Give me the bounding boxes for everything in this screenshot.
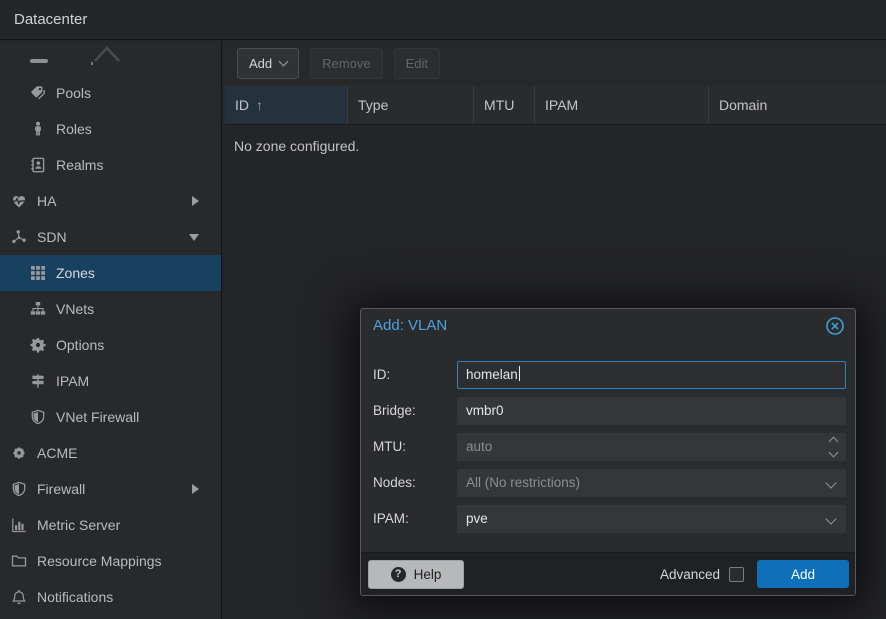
sidebar-item-label: Options	[56, 337, 104, 353]
map-signs-icon	[29, 373, 47, 389]
caret-right-icon[interactable]	[192, 196, 199, 206]
sidebar-item-realms[interactable]: Realms	[0, 147, 221, 183]
column-header-domain[interactable]: Domain	[709, 86, 886, 124]
field-row-id: ID: homelan	[373, 361, 846, 397]
sidebar-item-partially-scrolled[interactable]	[0, 41, 221, 75]
sidebar-item-label: Roles	[56, 121, 92, 137]
bridge-input[interactable]: vmbr0	[457, 397, 846, 425]
sidebar-item-label: Firewall	[37, 481, 85, 497]
dialog-add-button[interactable]: Add	[757, 560, 849, 588]
spinner-up-icon[interactable]	[829, 437, 839, 447]
sidebar-item-label: ACME	[37, 445, 77, 461]
add-button[interactable]: Add	[237, 48, 299, 79]
sidebar-item-ha[interactable]: HA	[0, 183, 221, 219]
sidebar-tree: Pools Roles Realms HA SDN	[0, 41, 222, 619]
sidebar-item-label: Resource Mappings	[37, 553, 162, 569]
mtu-spinner[interactable]: auto	[457, 433, 846, 461]
dialog-body: ID: homelan Bridge: vmbr0 MTU: auto	[361, 342, 855, 552]
heartbeat-icon	[10, 193, 28, 209]
bridge-label: Bridge:	[373, 397, 457, 425]
caret-down-icon	[279, 57, 289, 67]
chevron-up-icon	[93, 45, 121, 63]
column-header-ipam[interactable]: IPAM	[535, 86, 709, 124]
cut-off-icon	[30, 59, 48, 63]
tags-icon	[29, 85, 47, 101]
dialog-header[interactable]: Add: VLAN	[361, 309, 855, 342]
sidebar-item-label: IPAM	[56, 373, 89, 389]
shield-icon	[29, 409, 47, 425]
ipam-label: IPAM:	[373, 505, 457, 533]
spinner-down-icon[interactable]	[829, 448, 839, 458]
sidebar-item-vnet-firewall[interactable]: VNet Firewall	[0, 399, 221, 435]
dialog-footer: Help Advanced Add	[361, 552, 855, 595]
sidebar-item-acme[interactable]: ACME	[0, 435, 221, 471]
advanced-checkbox[interactable]	[729, 567, 744, 582]
close-icon[interactable]	[825, 316, 845, 336]
sort-ascending-icon	[249, 97, 263, 113]
remove-button[interactable]: Remove	[310, 48, 382, 79]
sidebar-item-label: Metric Server	[37, 517, 120, 533]
field-row-ipam: IPAM: pve	[373, 505, 846, 541]
sidebar-item-firewall[interactable]: Firewall	[0, 471, 221, 507]
caret-right-icon[interactable]	[192, 484, 199, 494]
sidebar-item-label: Pools	[56, 85, 91, 101]
sidebar-item-sdn[interactable]: SDN	[0, 219, 221, 255]
field-row-mtu: MTU: auto	[373, 433, 846, 469]
sidebar-item-label: Zones	[56, 265, 95, 281]
column-header-type[interactable]: Type	[348, 86, 474, 124]
sidebar-item-metric-server[interactable]: Metric Server	[0, 507, 221, 543]
sidebar-item-label: SDN	[37, 229, 67, 245]
sidebar-item-resource-mappings[interactable]: Resource Mappings	[0, 543, 221, 579]
text-cursor	[519, 366, 520, 381]
id-label: ID:	[373, 361, 457, 389]
sidebar-item-label: HA	[37, 193, 56, 209]
dialog-title: Add: VLAN	[373, 317, 447, 334]
nodes-select[interactable]: All (No restrictions)	[457, 469, 846, 497]
chevron-down-icon	[825, 477, 836, 488]
address-book-icon	[29, 157, 47, 173]
network-icon	[10, 229, 28, 245]
sidebar-item-label: VNets	[56, 301, 94, 317]
column-header-id[interactable]: ID	[225, 86, 348, 124]
sidebar-item-label: Notifications	[37, 589, 113, 605]
sidebar-item-label: VNet Firewall	[56, 409, 139, 425]
column-header-mtu[interactable]: MTU	[474, 86, 535, 124]
top-bar: Datacenter	[0, 0, 886, 40]
id-input[interactable]: homelan	[457, 361, 846, 389]
advanced-label: Advanced	[660, 567, 720, 582]
page-title: Datacenter	[14, 11, 87, 28]
user-icon	[29, 121, 47, 137]
shield-icon	[10, 481, 28, 497]
bar-chart-icon	[10, 517, 28, 533]
table-header: ID Type MTU IPAM Domain	[223, 86, 886, 125]
certificate-icon	[10, 445, 28, 461]
question-circle-icon	[391, 567, 406, 582]
sidebar-item-pools[interactable]: Pools	[0, 75, 221, 111]
sidebar-item-roles[interactable]: Roles	[0, 111, 221, 147]
edit-button[interactable]: Edit	[394, 48, 440, 79]
ipam-select[interactable]: pve	[457, 505, 846, 533]
field-row-nodes: Nodes: All (No restrictions)	[373, 469, 846, 505]
sidebar-item-vnets[interactable]: VNets	[0, 291, 221, 327]
chevron-down-icon	[825, 513, 836, 524]
sidebar-item-notifications[interactable]: Notifications	[0, 579, 221, 615]
proxmox-datacenter-screen: Datacenter Pools Roles Realms	[0, 0, 886, 619]
sidebar-item-label: Realms	[56, 157, 103, 173]
zones-toolbar: Add Remove Edit	[223, 41, 886, 86]
sidebar-item-options[interactable]: Options	[0, 327, 221, 363]
bell-icon	[10, 589, 28, 605]
add-vlan-dialog: Add: VLAN ID: homelan Bridge: vmbr0 MTU:	[360, 308, 856, 596]
sitemap-icon	[29, 301, 47, 317]
mtu-label: MTU:	[373, 433, 457, 461]
nodes-label: Nodes:	[373, 469, 457, 497]
help-button[interactable]: Help	[368, 560, 464, 589]
field-row-bridge: Bridge: vmbr0	[373, 397, 846, 433]
gear-icon	[29, 337, 47, 353]
caret-down-icon[interactable]	[189, 234, 199, 241]
sidebar-item-zones[interactable]: Zones	[0, 255, 221, 291]
grid-icon	[29, 265, 47, 281]
sidebar-item-ipam[interactable]: IPAM	[0, 363, 221, 399]
folder-icon	[10, 553, 28, 569]
empty-table-message: No zone configured.	[223, 125, 886, 154]
